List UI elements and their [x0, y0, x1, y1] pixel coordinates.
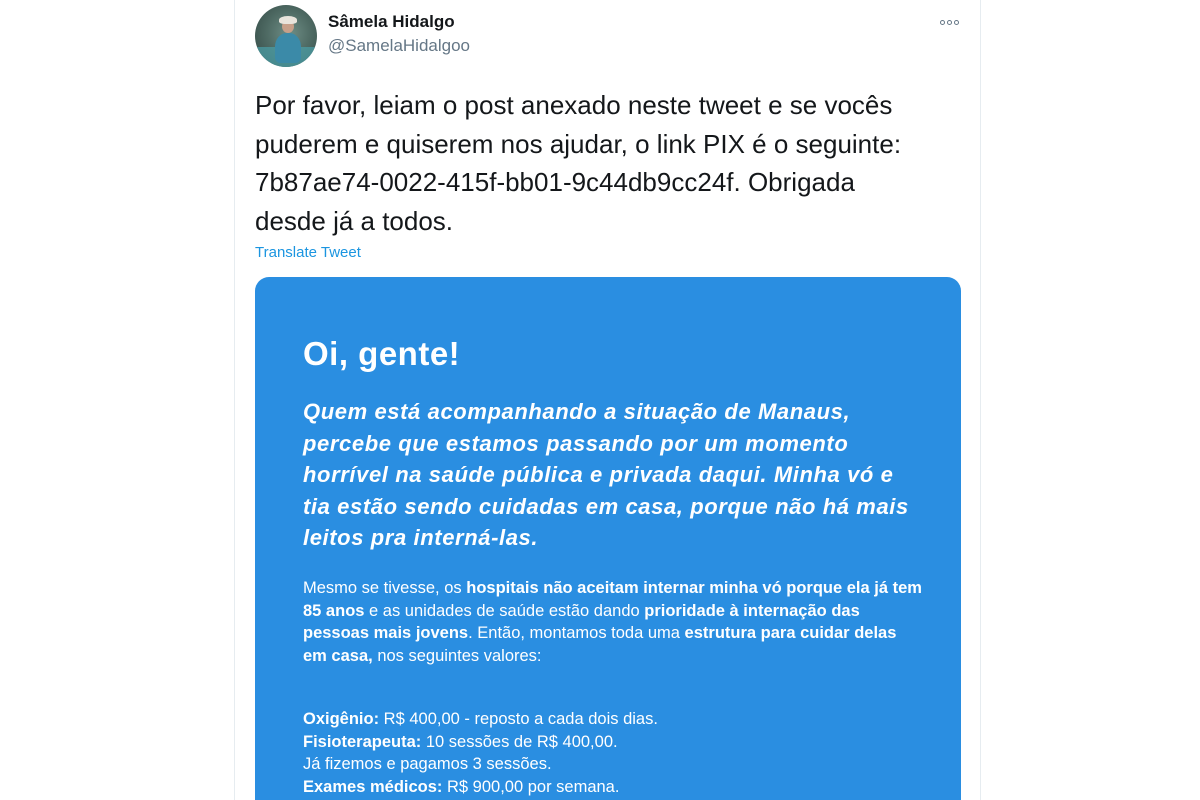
cost-value: R$ 400,00 - reposto a cada dois dias.	[379, 710, 658, 728]
tweet-page: Sâmela Hidalgo @SamelaHidalgoo Por favor…	[0, 0, 1200, 800]
tweet: Sâmela Hidalgo @SamelaHidalgoo Por favor…	[235, 0, 980, 800]
cost-value: Já fizemos e pagamos 3 sessões.	[303, 755, 552, 773]
image-lead-paragraph: Quem está acompanhando a situação de Man…	[303, 399, 909, 550]
cost-value: R$ 900,00 por semana.	[442, 777, 620, 796]
body-text: nos seguintes valores:	[372, 646, 542, 665]
body-text: Mesmo se tivesse, os	[303, 579, 467, 597]
image-body-paragraph: Mesmo se tivesse, os hospitais não aceit…	[303, 577, 923, 667]
cost-label: Fisioterapeuta:	[303, 732, 422, 751]
avatar-photo-hat	[279, 16, 297, 24]
more-options-icon[interactable]	[935, 12, 963, 32]
cost-label: Exames médicos:	[303, 777, 443, 796]
cost-item: Exames médicos: R$ 900,00 por semana.	[303, 776, 923, 799]
cost-value: 10 sessões de R$ 400,00.	[421, 732, 618, 751]
cost-item: Já fizemos e pagamos 3 sessões.	[303, 753, 923, 776]
author-handle[interactable]: @SamelaHidalgoo	[328, 36, 470, 56]
translate-tweet-link[interactable]: Translate Tweet	[255, 244, 361, 261]
more-dot	[946, 19, 952, 25]
tweet-text: Por favor, leiam o post anexado neste tw…	[255, 90, 902, 236]
cost-label: Oxigênio:	[303, 710, 380, 728]
body-text: . Então, montamos toda uma	[468, 624, 685, 642]
image-title: Oi, gente!	[303, 335, 461, 372]
attached-image[interactable]: Oi, gente! Quem está acompanhando a situ…	[255, 277, 961, 800]
cost-item: Oxigênio: R$ 400,00 - reposto a cada doi…	[303, 708, 923, 731]
author-display-name[interactable]: Sâmela Hidalgo	[328, 12, 455, 32]
more-dot	[939, 19, 945, 25]
more-dot	[953, 19, 959, 25]
body-text: e as unidades de saúde estão dando	[364, 601, 645, 620]
cost-item: Fisioterapeuta: 10 sessões de R$ 400,00.	[303, 731, 923, 754]
cost-list: Oxigênio: R$ 400,00 - reposto a cada doi…	[303, 708, 923, 798]
timeline-right-border	[980, 0, 981, 800]
avatar[interactable]	[255, 5, 317, 67]
avatar-photo-person	[275, 33, 301, 63]
